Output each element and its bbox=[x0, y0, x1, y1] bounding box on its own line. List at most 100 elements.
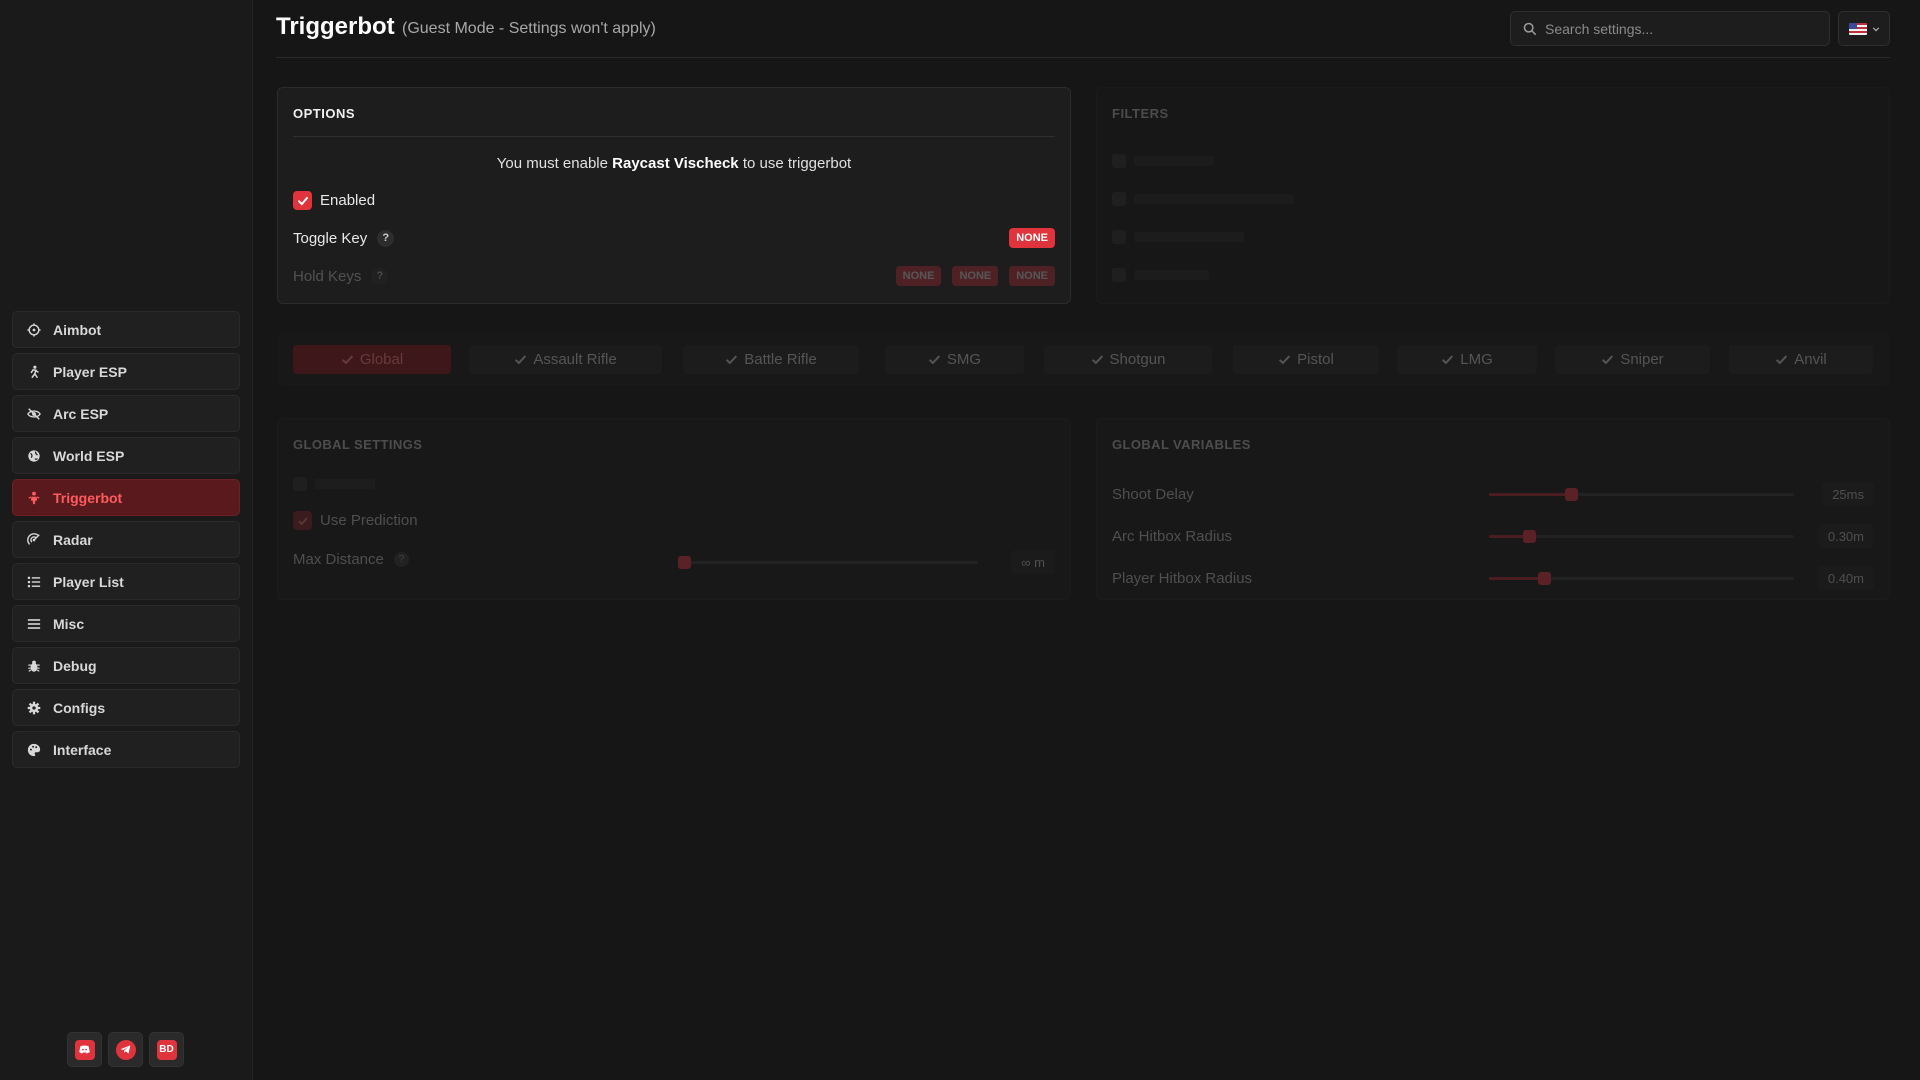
help-icon[interactable]: ? bbox=[377, 229, 395, 247]
use-prediction-label: Use Prediction bbox=[320, 512, 418, 529]
tab-label: Anvil bbox=[1794, 351, 1827, 368]
sidebar-item-label: Aimbot bbox=[53, 321, 102, 338]
shoot-delay-slider[interactable] bbox=[1489, 488, 1794, 501]
tab-shotgun[interactable]: Shotgun bbox=[1044, 345, 1212, 374]
sidebar-item-aimbot[interactable]: Aimbot bbox=[12, 311, 240, 348]
hold-keys-label: Hold Keys bbox=[293, 267, 362, 285]
sidebar-item-interface[interactable]: Interface bbox=[12, 731, 240, 768]
search-box[interactable] bbox=[1510, 11, 1830, 46]
sidebar-item-player-esp[interactable]: Player ESP bbox=[12, 353, 240, 390]
use-prediction-row: Use Prediction bbox=[293, 511, 1055, 530]
filter-checkbox[interactable] bbox=[1112, 230, 1126, 244]
bd-icon: BD bbox=[156, 1039, 177, 1060]
sidebar-item-radar[interactable]: Radar bbox=[12, 521, 240, 558]
gear-icon bbox=[27, 701, 41, 715]
sidebar-item-label: Player ESP bbox=[53, 363, 127, 380]
tab-global[interactable]: Global bbox=[293, 345, 451, 374]
check-icon bbox=[1602, 355, 1614, 365]
discord-button[interactable] bbox=[67, 1032, 102, 1067]
use-prediction-checkbox[interactable] bbox=[293, 511, 312, 530]
max-distance-slider[interactable] bbox=[678, 556, 978, 569]
weapon-tabs: Global Assault Rifle Battle Rifle SMG Sh… bbox=[277, 332, 1890, 386]
tab-assault-rifle[interactable]: Assault Rifle bbox=[469, 345, 662, 374]
filter-checkbox[interactable] bbox=[1112, 268, 1126, 282]
person-icon bbox=[27, 491, 41, 505]
slider-thumb[interactable] bbox=[1565, 488, 1579, 501]
language-selector[interactable] bbox=[1838, 11, 1890, 46]
filter-row bbox=[1112, 230, 1244, 244]
sidebar-item-player-list[interactable]: Player List bbox=[12, 563, 240, 600]
sidebar-item-triggerbot[interactable]: Triggerbot bbox=[12, 479, 240, 516]
sidebar-item-label: Debug bbox=[53, 657, 97, 674]
max-distance-label: Max Distance bbox=[293, 551, 384, 568]
sidebar-item-debug[interactable]: Debug bbox=[12, 647, 240, 684]
tab-label: Shotgun bbox=[1109, 351, 1166, 368]
sidebar-item-label: World ESP bbox=[53, 447, 125, 464]
sidebar-item-configs[interactable]: Configs bbox=[12, 689, 240, 726]
tab-label: Sniper bbox=[1620, 351, 1664, 368]
sidebar-item-misc[interactable]: Misc bbox=[12, 605, 240, 642]
slider-thumb[interactable] bbox=[678, 556, 691, 569]
tab-lmg[interactable]: LMG bbox=[1397, 345, 1537, 374]
page-title: Triggerbot bbox=[276, 13, 395, 40]
global-variables-title: GLOBAL VARIABLES bbox=[1112, 437, 1251, 452]
tab-smg[interactable]: SMG bbox=[885, 345, 1024, 374]
sidebar-item-label: Interface bbox=[53, 741, 112, 758]
enabled-checkbox[interactable] bbox=[293, 191, 312, 210]
list-icon bbox=[27, 575, 41, 589]
hold-key-button-2[interactable]: NONE bbox=[952, 266, 999, 286]
tab-sniper[interactable]: Sniper bbox=[1555, 345, 1710, 374]
check-icon bbox=[297, 196, 308, 205]
search-input[interactable] bbox=[1545, 20, 1815, 37]
arc-hitbox-radius-label: Arc Hitbox Radius bbox=[1112, 527, 1233, 545]
options-title: OPTIONS bbox=[293, 106, 356, 121]
shoot-delay-value[interactable]: 25ms bbox=[1822, 482, 1874, 506]
menu-icon bbox=[27, 617, 41, 631]
filter-placeholder bbox=[1134, 270, 1209, 280]
toggle-key-row: Toggle Key ? NONE bbox=[293, 228, 1055, 248]
help-icon[interactable]: ? bbox=[371, 267, 389, 285]
page-header: Triggerbot (Guest Mode - Settings won't … bbox=[276, 0, 1890, 58]
player-hitbox-radius-value[interactable]: 0.40m bbox=[1817, 566, 1874, 590]
notice-prefix: You must enable bbox=[496, 155, 608, 172]
tab-label: SMG bbox=[946, 351, 982, 368]
hold-keys-row: Hold Keys ? NONE NONE NONE bbox=[293, 266, 1055, 286]
help-icon[interactable]: ? bbox=[393, 552, 409, 567]
slider-thumb[interactable] bbox=[1537, 572, 1551, 585]
running-person-icon bbox=[27, 365, 41, 379]
filter-checkbox[interactable] bbox=[1112, 192, 1126, 206]
arc-hitbox-radius-value[interactable]: 0.30m bbox=[1817, 524, 1874, 548]
sidebar-item-arc-esp[interactable]: Arc ESP bbox=[12, 395, 240, 432]
raycast-notice: You must enable Raycast Vischeck to use … bbox=[278, 155, 1070, 172]
sidebar-item-label: Triggerbot bbox=[53, 489, 123, 506]
slider-thumb[interactable] bbox=[1522, 530, 1536, 543]
tab-pistol[interactable]: Pistol bbox=[1233, 345, 1379, 374]
check-icon bbox=[515, 355, 527, 365]
toggle-key-label: Toggle Key bbox=[293, 229, 368, 247]
check-icon bbox=[297, 516, 308, 525]
arc-hitbox-radius-slider[interactable] bbox=[1489, 530, 1794, 543]
player-hitbox-radius-row: Player Hitbox Radius 0.40m bbox=[1112, 566, 1874, 590]
tab-battle-rifle[interactable]: Battle Rifle bbox=[683, 345, 859, 374]
tab-anvil[interactable]: Anvil bbox=[1729, 345, 1873, 374]
telegram-button[interactable] bbox=[108, 1032, 143, 1067]
page-subtitle: (Guest Mode - Settings won't apply) bbox=[402, 20, 656, 37]
hidden-option-checkbox[interactable] bbox=[293, 477, 307, 491]
global-settings-title: GLOBAL SETTINGS bbox=[293, 437, 423, 452]
filter-placeholder bbox=[1134, 232, 1244, 242]
tab-label: Battle Rifle bbox=[744, 351, 817, 368]
slider-fill bbox=[1489, 577, 1544, 580]
slider-fill bbox=[1489, 493, 1572, 496]
max-distance-value[interactable]: ∞ m bbox=[1011, 550, 1055, 574]
bd-button[interactable]: BD bbox=[149, 1032, 184, 1067]
sidebar-item-label: Misc bbox=[53, 615, 85, 632]
filter-checkbox[interactable] bbox=[1112, 154, 1126, 168]
player-hitbox-radius-slider[interactable] bbox=[1489, 572, 1794, 585]
bug-icon bbox=[27, 659, 41, 673]
crosshair-icon bbox=[27, 322, 41, 337]
sidebar-item-label: Configs bbox=[53, 699, 106, 716]
hold-key-button-1[interactable]: NONE bbox=[895, 266, 942, 286]
sidebar-item-world-esp[interactable]: World ESP bbox=[12, 437, 240, 474]
toggle-key-button[interactable]: NONE bbox=[1009, 228, 1055, 248]
hold-key-button-3[interactable]: NONE bbox=[1009, 266, 1055, 286]
